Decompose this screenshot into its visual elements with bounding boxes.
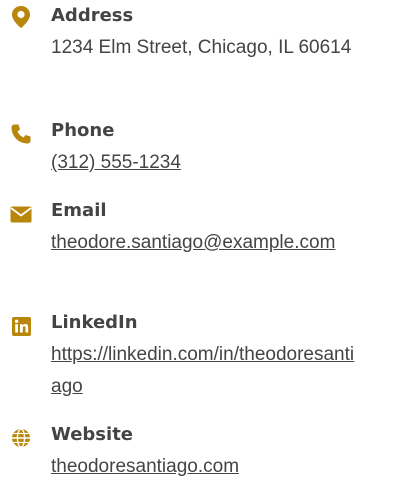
envelope-icon <box>10 203 32 225</box>
email-label: Email <box>51 200 107 221</box>
phone-icon <box>10 123 32 145</box>
email-link[interactable]: theodore.santiago@example.com <box>51 227 357 259</box>
linkedin-link[interactable]: https://linkedin.com/in/theodoresantiago <box>51 339 357 403</box>
globe-icon <box>10 427 32 449</box>
phone-label: Phone <box>51 120 115 141</box>
map-pin-icon <box>10 6 32 28</box>
address-value: 1234 Elm Street, Chicago, IL 60614 <box>51 37 352 58</box>
linkedin-icon <box>10 315 32 337</box>
address-label: Address <box>51 5 134 26</box>
phone-link[interactable]: (312) 555-1234 <box>51 147 357 179</box>
website-label: Website <box>51 424 134 445</box>
website-link[interactable]: theodoresantiago.com <box>51 451 357 483</box>
linkedin-label: LinkedIn <box>51 312 138 333</box>
